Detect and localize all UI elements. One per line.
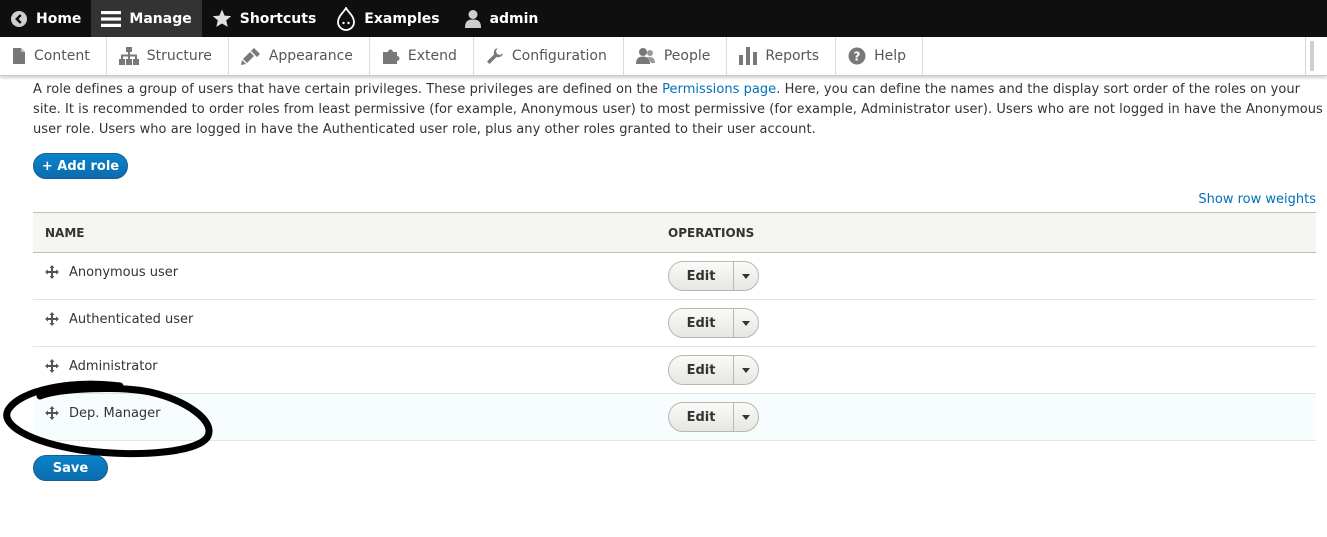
roles-table: NAME OPERATIONS Anonymous user Edit Auth… <box>33 212 1316 441</box>
role-name: Dep. Manager <box>69 405 161 421</box>
tray-item-reports[interactable]: Reports <box>727 37 837 75</box>
tray-orientation-toggle[interactable] <box>1305 37 1327 75</box>
tray-item-label: Help <box>874 48 906 64</box>
tray-item-structure[interactable]: Structure <box>107 37 229 75</box>
people-icon <box>635 48 655 64</box>
operations-dropbutton: Edit <box>668 402 759 432</box>
name-column-header: NAME <box>33 212 656 253</box>
toolbar-home-label: Home <box>36 10 82 27</box>
edit-button[interactable]: Edit <box>669 262 734 290</box>
tray-item-label: Content <box>34 48 90 64</box>
dropbutton-toggle[interactable] <box>734 356 758 384</box>
star-icon <box>212 9 231 27</box>
operations-dropbutton: Edit <box>668 308 759 338</box>
tray-item-label: Reports <box>765 48 820 64</box>
drag-handle-icon[interactable] <box>45 406 59 420</box>
table-row: Administrator Edit <box>33 346 1316 394</box>
tray-item-appearance[interactable]: Appearance <box>229 37 370 75</box>
operations-dropbutton: Edit <box>668 355 759 385</box>
toolbar-shortcuts[interactable]: Shortcuts <box>202 0 327 37</box>
tray-item-label: Extend <box>407 48 457 64</box>
save-button[interactable]: Save <box>33 455 108 481</box>
toolbar-manage[interactable]: Manage <box>91 0 202 37</box>
show-row-weights-link[interactable]: Show row weights <box>1198 192 1316 207</box>
toolbar-shortcuts-label: Shortcuts <box>239 10 317 27</box>
tray-item-people[interactable]: People <box>624 37 728 75</box>
admin-toolbar: Home Manage Shortcuts Examples admin <box>0 0 1327 37</box>
tray-item-configuration[interactable]: Configuration <box>474 37 624 75</box>
caret-down-icon <box>742 273 750 279</box>
table-row: Anonymous user Edit <box>33 252 1316 300</box>
table-header-row: NAME OPERATIONS <box>33 212 1316 253</box>
toolbar-home[interactable]: Home <box>0 0 91 37</box>
dropbutton-toggle[interactable] <box>734 262 758 290</box>
extend-icon <box>382 49 400 64</box>
operations-column-header: OPERATIONS <box>656 212 1316 253</box>
dropbutton-toggle[interactable] <box>734 403 758 431</box>
toolbar-examples[interactable]: Examples <box>326 0 449 37</box>
role-name: Authenticated user <box>69 311 194 327</box>
operations-dropbutton: Edit <box>668 261 759 291</box>
wrench-icon <box>486 48 503 64</box>
tray-item-label: Configuration <box>511 48 607 64</box>
structure-icon <box>118 47 139 65</box>
drag-handle-icon[interactable] <box>45 312 59 326</box>
appearance-icon <box>240 48 260 65</box>
drupal-drop-icon <box>337 6 356 31</box>
table-row: Authenticated user Edit <box>33 299 1316 347</box>
edit-button[interactable]: Edit <box>669 403 734 431</box>
tray-item-extend[interactable]: Extend <box>370 37 474 75</box>
content-icon <box>13 48 25 64</box>
admin-menu-tray: Content Structure Appearance Extend Conf… <box>0 37 1327 76</box>
edit-button[interactable]: Edit <box>669 309 734 337</box>
permissions-page-link[interactable]: Permissions page <box>662 82 776 97</box>
hamburger-icon <box>101 10 122 27</box>
help-icon: ? <box>848 47 866 65</box>
tray-item-label: Structure <box>146 48 212 64</box>
role-name: Administrator <box>69 358 158 374</box>
tray-item-label: People <box>663 48 711 64</box>
tray-item-content[interactable]: Content <box>0 37 107 75</box>
drag-handle-icon[interactable] <box>45 359 59 373</box>
caret-down-icon <box>742 320 750 326</box>
toolbar-user[interactable]: admin <box>450 0 549 37</box>
tray-item-help[interactable]: ? Help <box>836 37 923 75</box>
roles-description: A role defines a group of users that hav… <box>33 80 1323 140</box>
caret-down-icon <box>742 367 750 373</box>
toolbar-user-label: admin <box>489 10 539 27</box>
drag-handle-icon[interactable] <box>45 265 59 279</box>
toolbar-manage-label: Manage <box>129 10 192 27</box>
user-icon <box>464 9 481 28</box>
caret-down-icon <box>742 414 750 420</box>
svg-text:?: ? <box>854 50 861 64</box>
add-role-button[interactable]: + Add role <box>33 153 128 179</box>
tray-item-label: Appearance <box>268 48 353 64</box>
edit-button[interactable]: Edit <box>669 356 734 384</box>
description-text-1: A role defines a group of users that hav… <box>33 82 663 97</box>
toolbar-examples-label: Examples <box>364 10 440 27</box>
reports-icon <box>739 47 758 65</box>
table-row: Dep. Manager Edit <box>33 393 1316 441</box>
role-name: Anonymous user <box>69 264 179 280</box>
dropbutton-toggle[interactable] <box>734 309 758 337</box>
back-arrow-icon <box>11 10 27 27</box>
